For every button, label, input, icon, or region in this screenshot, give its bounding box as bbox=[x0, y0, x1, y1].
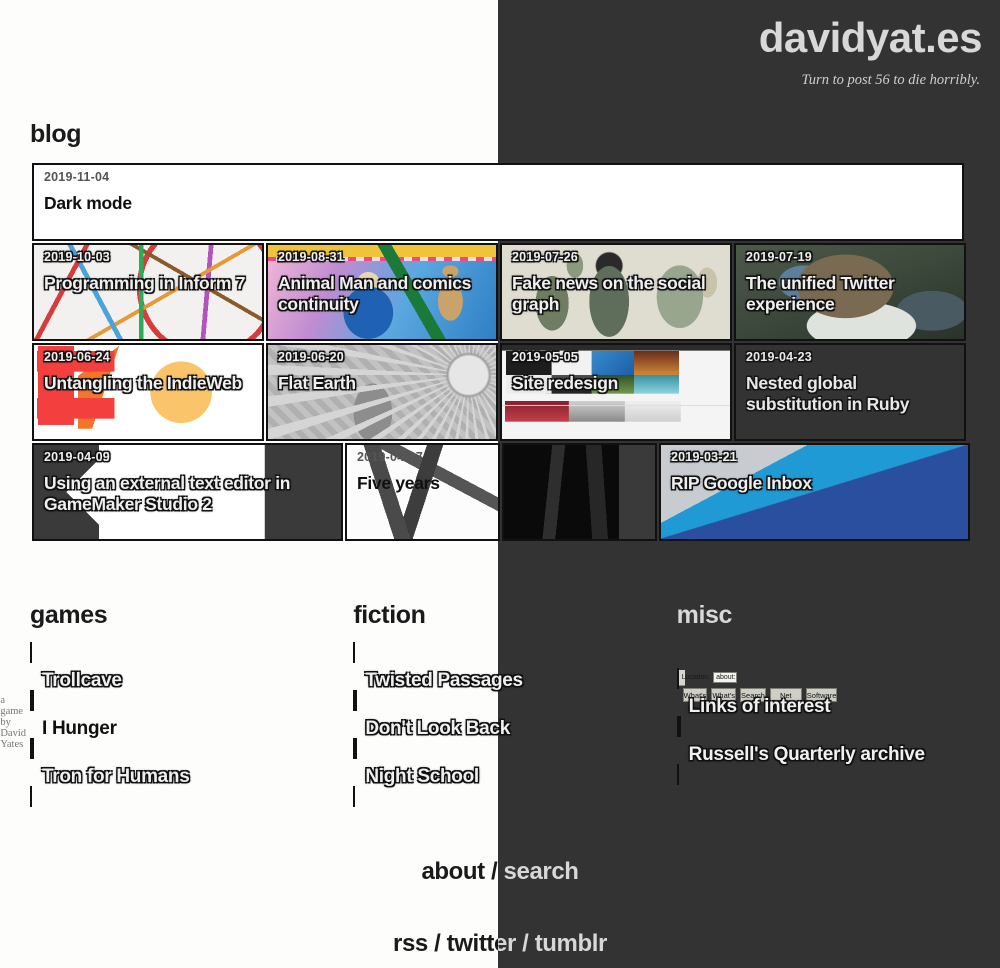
post-title: RIP Google Inbox bbox=[671, 472, 812, 493]
post-label: 2019-08-31 Animal Man and comics continui… bbox=[268, 245, 496, 339]
category-column-fiction: fiction fiction Twisted Passages Don't Look… bbox=[353, 601, 647, 807]
project-title: Tron for Humans bbox=[42, 766, 190, 787]
post-date: 2019-03-21 bbox=[671, 450, 737, 464]
project-tile[interactable]: a game by David YatesI Hunger bbox=[0, 690, 324, 759]
post-label: 2019-10-03 Programming in Inform 7 bbox=[34, 245, 262, 339]
post-label: 2019-04-23 Nested global substitution in … bbox=[736, 345, 964, 439]
blog-row: 2019-11-04 Dark mode bbox=[32, 163, 968, 241]
project-tile[interactable]: Don't Look Back bbox=[353, 690, 647, 759]
category-heading: games games bbox=[30, 601, 108, 629]
post-title: Nested global substitution in Ruby bbox=[746, 372, 910, 415]
blog-post-card[interactable]: 2019-04-09 Using an external text editor … bbox=[32, 443, 343, 541]
site-footer: about / search about / search rss / twit… bbox=[0, 858, 1000, 958]
blog-row: 2019-06-24 Untangling the IndieWeb 2019-06… bbox=[32, 343, 968, 441]
project-tile[interactable]: Russell's Quarterly archive bbox=[676, 716, 970, 785]
footer-links-primary[interactable]: about / search about / search bbox=[421, 858, 579, 886]
post-title: Untangling the IndieWeb bbox=[44, 372, 242, 393]
post-date: 2019-05-05 bbox=[512, 350, 578, 364]
blog-post-card[interactable]: 2019-10-03 Programming in Inform 7 bbox=[32, 243, 264, 341]
post-label bbox=[504, 445, 655, 539]
project-title: I Hunger bbox=[42, 718, 117, 739]
blog-grid: 2019-11-04 Dark mode 2019-10-03 Programming… bbox=[0, 163, 1000, 541]
blog-post-card[interactable]: 2019-06-24 Untangling the IndieWeb bbox=[32, 343, 264, 441]
category-columns: gamesgames Trollcavea game by David Yates… bbox=[0, 601, 1000, 807]
project-title: Russell's Quarterly archive bbox=[688, 744, 925, 765]
post-date: 2019-04-23 bbox=[746, 350, 812, 364]
post-label: 2019-07-19 The unified Twitter experience bbox=[736, 245, 964, 339]
blog-heading: blog blog bbox=[30, 120, 1000, 149]
blog-post-card[interactable]: 2019-07-19 The unified Twitter experience bbox=[734, 243, 966, 341]
post-title: Site redesign bbox=[512, 372, 618, 393]
post-label: 2019-11-04 Dark mode bbox=[34, 165, 962, 239]
site-header: davidyat.es Turn to post 56 to die horri… bbox=[0, 0, 1000, 104]
site-tagline: Turn to post 56 to die horribly. bbox=[801, 72, 980, 89]
post-label: 2019-06-20 Flat Earth bbox=[268, 345, 496, 439]
project-title: Night School bbox=[365, 766, 479, 787]
post-label: 2019-07-26 Fake news on the social graph bbox=[502, 245, 730, 339]
footer-links-social[interactable]: rss / twitter / tumblr rss / twitter / t… bbox=[393, 930, 607, 958]
post-title: The unified Twitter experience bbox=[746, 272, 895, 315]
blog-post-card[interactable]: 2019-07-26 Fake news on the social graph bbox=[500, 243, 732, 341]
blog-post-card[interactable]: 2019-03-21 RIP Google Inbox bbox=[659, 443, 970, 541]
post-title: Fake news on the social graph bbox=[512, 272, 706, 315]
site-title: davidyat.es bbox=[758, 14, 983, 61]
post-date: 2019-06-24 bbox=[44, 350, 110, 364]
blog-post-card[interactable]: 2019-08-31 Animal Man and comics continui… bbox=[266, 243, 498, 341]
post-label: 2019-04-07 Five years bbox=[347, 445, 498, 539]
project-title: Twisted Passages bbox=[365, 670, 523, 691]
post-date: 2019-04-09 bbox=[44, 450, 110, 464]
post-date: 2019-10-03 bbox=[44, 250, 110, 264]
post-label: 2019-06-24 Untangling the IndieWeb bbox=[34, 345, 262, 439]
category-column-misc: misc misc Location: about: What's New What's … bbox=[676, 601, 970, 806]
blog-post-card[interactable]: 2019-04-07 Five years bbox=[345, 443, 500, 541]
post-title: Five years bbox=[357, 472, 440, 493]
project-tile[interactable]: Location: about: What's New What's Cool Sear… bbox=[676, 668, 970, 737]
post-title: Using an external text editor in GameMak… bbox=[44, 472, 291, 515]
post-title: Flat Earth bbox=[278, 372, 356, 393]
blog-row: 2019-10-03 Programming in Inform 7 2019-08… bbox=[32, 243, 968, 341]
post-date: 2019-07-19 bbox=[746, 250, 812, 264]
project-tile[interactable]: Night School bbox=[353, 738, 647, 807]
project-title: Don't Look Back bbox=[365, 718, 510, 739]
footer-row-social: rss / twitter / tumblr rss / twitter / t… bbox=[0, 930, 1000, 958]
netscape-location-bar: Location: about: bbox=[678, 670, 737, 686]
post-date: 2019-04-07 bbox=[357, 450, 423, 464]
project-tile[interactable]: Twisted Passages bbox=[353, 642, 647, 711]
post-date: 2019-07-26 bbox=[512, 250, 578, 264]
post-date: 2019-11-04 bbox=[44, 170, 110, 184]
post-title: Programming in Inform 7 bbox=[44, 272, 246, 293]
blog-post-card[interactable]: 2019-11-04 Dark mode bbox=[32, 163, 964, 241]
blog-post-card[interactable]: 2019-06-20 Flat Earth bbox=[266, 343, 498, 441]
blog-post-card[interactable]: 2019-04-23 Nested global substitution in … bbox=[734, 343, 966, 441]
netscape-location-field: about: bbox=[713, 672, 737, 683]
project-tile[interactable]: Trollcave bbox=[30, 642, 324, 711]
blog-row: 2019-04-09 Using an external text editor … bbox=[32, 443, 970, 541]
blog-decorative-card bbox=[502, 443, 657, 541]
page-root: davidyat.es Turn to post 56 to die horri… bbox=[0, 0, 1000, 968]
post-label: 2019-04-09 Using an external text editor … bbox=[34, 445, 341, 539]
project-tile[interactable]: Tron for Humans bbox=[30, 738, 324, 807]
netscape-location-label: Location: bbox=[681, 674, 711, 681]
category-column-games: gamesgames Trollcavea game by David Yates… bbox=[0, 601, 324, 807]
blog-heading-text: blog blog bbox=[30, 120, 82, 148]
blog-post-card[interactable]: 2019-05-05 Site redesign bbox=[500, 343, 732, 441]
post-title: Dark mode bbox=[44, 192, 132, 213]
project-title: Links of interest bbox=[688, 696, 831, 717]
category-heading: fiction fiction bbox=[353, 601, 426, 629]
post-label: 2019-05-05 Site redesign bbox=[502, 345, 730, 439]
blog-section: blog blog 2019-11-04 Dark mode 2019-10-03 P… bbox=[0, 120, 1000, 541]
footer-row-primary: about / search about / search bbox=[0, 858, 1000, 886]
project-title: Trollcave bbox=[42, 670, 122, 691]
post-date: 2019-08-31 bbox=[278, 250, 344, 264]
post-title: Animal Man and comics continuity bbox=[278, 272, 472, 315]
category-heading: misc misc bbox=[676, 601, 733, 629]
post-date: 2019-06-20 bbox=[278, 350, 344, 364]
post-label: 2019-03-21 RIP Google Inbox bbox=[661, 445, 968, 539]
